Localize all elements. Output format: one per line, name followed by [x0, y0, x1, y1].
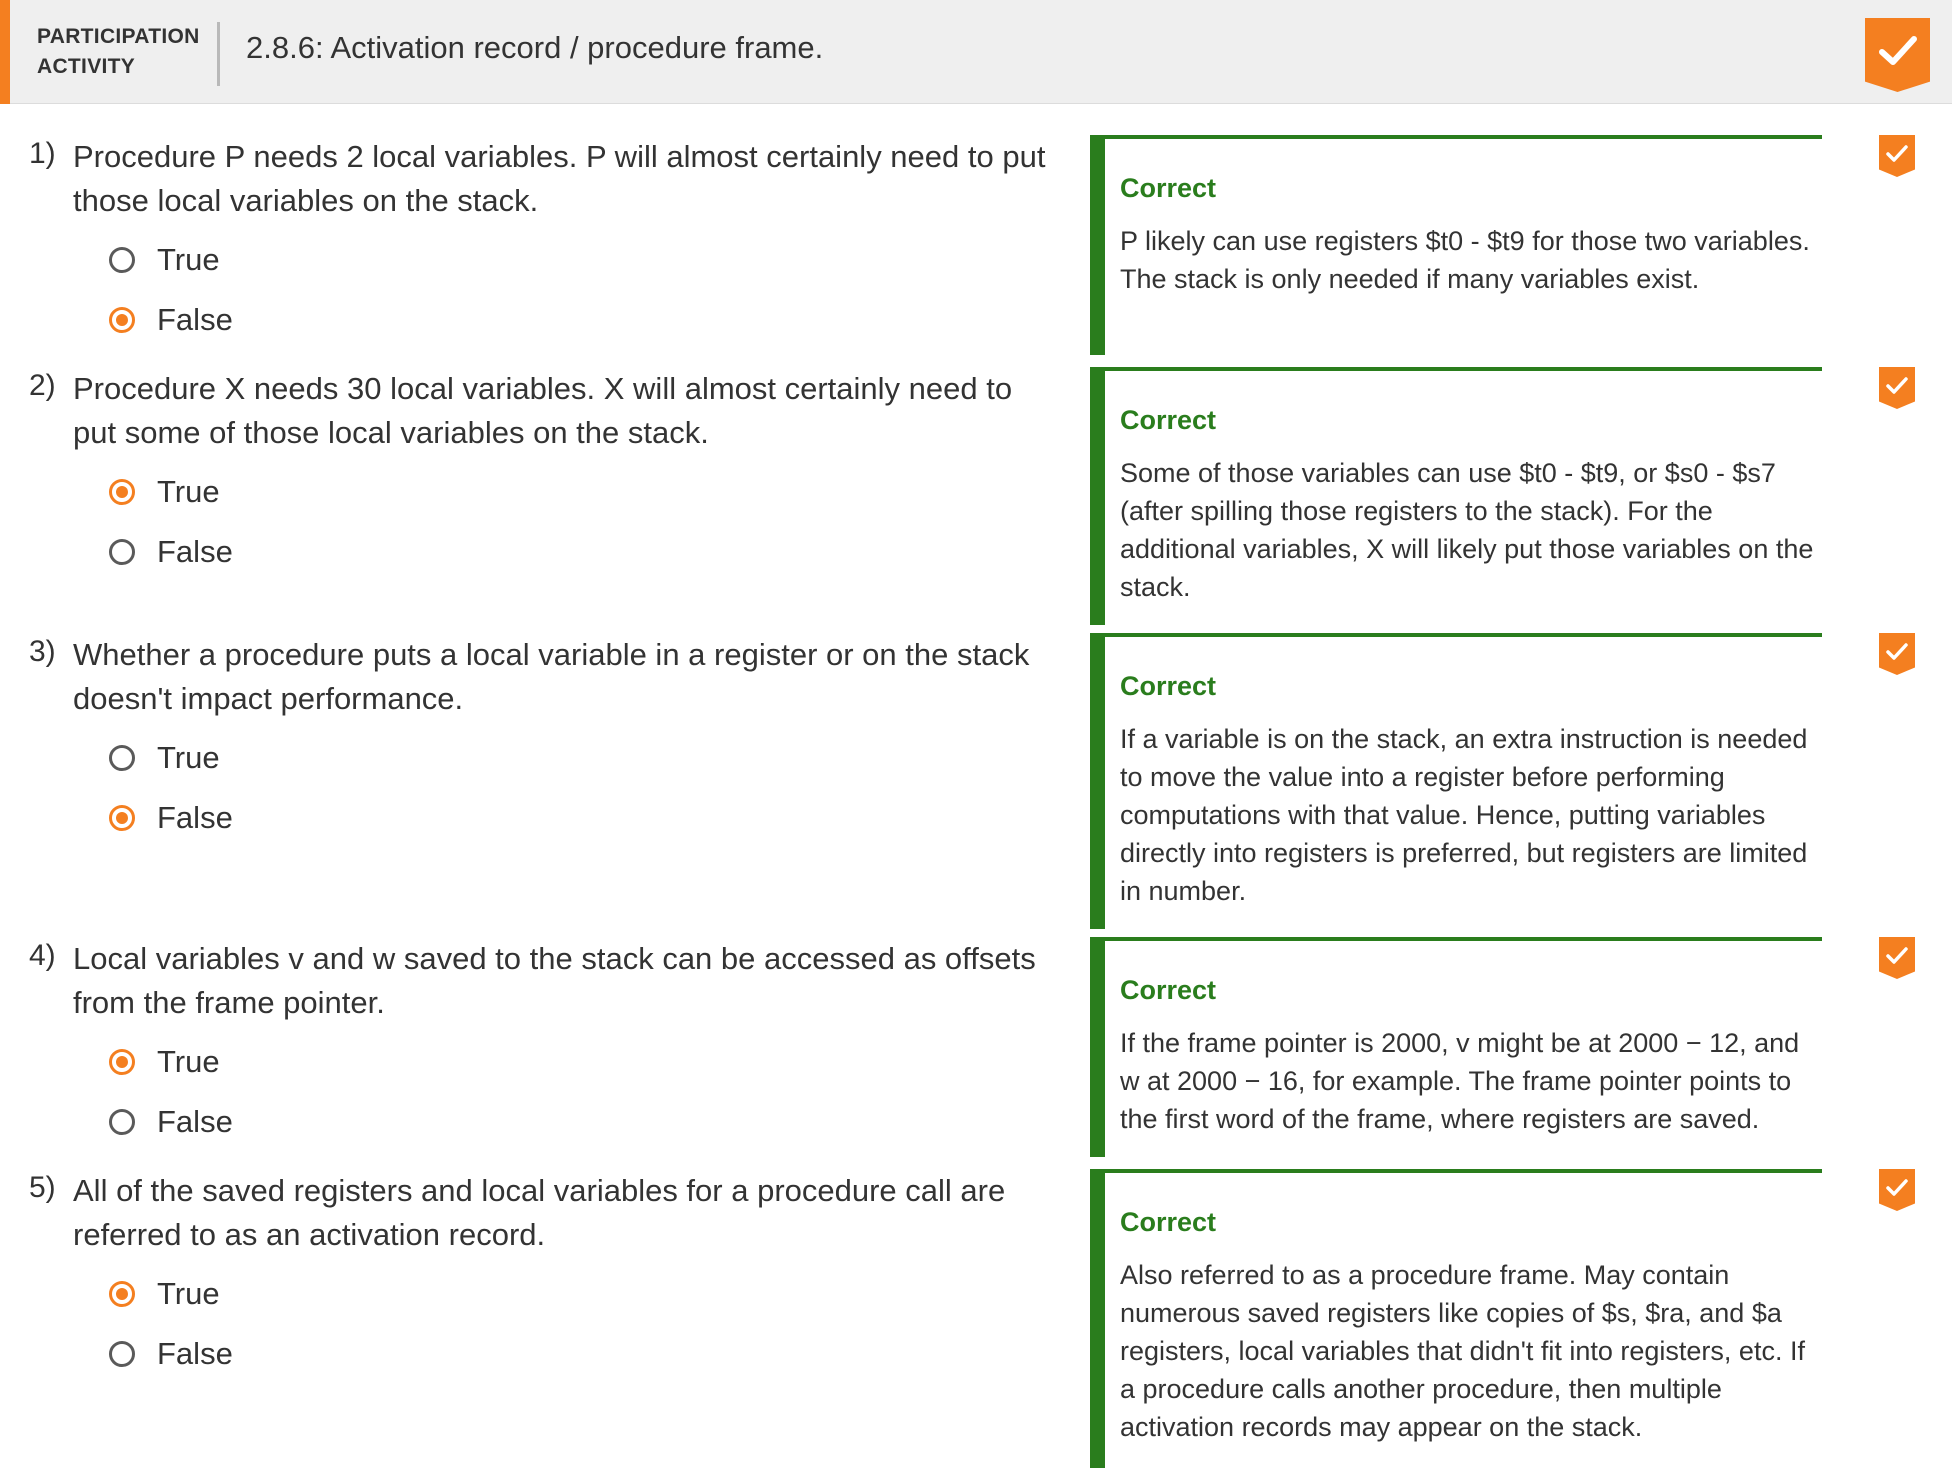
option-label: False	[157, 800, 233, 835]
option-label: False	[157, 1104, 233, 1139]
feedback-panel: Correct P likely can use registers $t0 -…	[1090, 135, 1822, 355]
feedback-title: Correct	[1120, 173, 1217, 203]
feedback-panel: Correct If the frame pointer is 2000, v …	[1090, 937, 1822, 1157]
option-label: True	[157, 242, 220, 277]
option-false[interactable]: False	[109, 798, 233, 838]
option-false[interactable]: False	[109, 532, 233, 572]
radio-button[interactable]	[109, 1109, 135, 1135]
option-true[interactable]: True	[109, 472, 220, 512]
radio-button[interactable]	[109, 539, 135, 565]
radio-button-selected[interactable]	[109, 479, 135, 505]
feedback-text: Also referred to as a procedure frame. M…	[1120, 1260, 1805, 1442]
feedback-title: Correct	[1120, 1207, 1217, 1237]
option-true[interactable]: True	[109, 738, 220, 778]
feedback-text: Some of those variables can use $t0 - $t…	[1120, 458, 1814, 602]
feedback-text: If a variable is on the stack, an extra …	[1120, 724, 1808, 906]
check-badge-icon	[1879, 1169, 1915, 1211]
option-label: False	[157, 534, 233, 569]
question-text: Procedure P needs 2 local variables. P w…	[73, 139, 1046, 218]
option-false[interactable]: False	[109, 300, 233, 340]
option-label: True	[157, 474, 220, 509]
radio-button[interactable]	[109, 247, 135, 273]
check-badge-icon	[1865, 18, 1930, 92]
feedback-text: P likely can use registers $t0 - $t9 for…	[1120, 226, 1810, 294]
header-divider	[217, 22, 220, 86]
question-number: 4)	[29, 939, 56, 972]
feedback-text: If the frame pointer is 2000, v might be…	[1120, 1028, 1800, 1134]
feedback-title: Correct	[1120, 975, 1217, 1005]
question-text: Whether a procedure puts a local variabl…	[73, 637, 1030, 716]
radio-button-selected[interactable]	[109, 805, 135, 831]
radio-button[interactable]	[109, 745, 135, 771]
question-text: Procedure X needs 30 local variables. X …	[73, 371, 1013, 450]
activity-header: PARTICIPATION ACTIVITY 2.8.6: Activation…	[0, 0, 1952, 104]
radio-button-selected[interactable]	[109, 1281, 135, 1307]
question-number: 1)	[29, 137, 56, 170]
header-accent-bar	[0, 0, 10, 104]
question-number: 3)	[29, 635, 56, 668]
feedback-title: Correct	[1120, 405, 1217, 435]
feedback-panel: Correct If a variable is on the stack, a…	[1090, 633, 1822, 929]
radio-button-selected[interactable]	[109, 1049, 135, 1075]
question-number: 5)	[29, 1171, 56, 1204]
option-true[interactable]: True	[109, 1274, 220, 1314]
check-badge-icon	[1879, 633, 1915, 675]
feedback-panel: Correct Also referred to as a procedure …	[1090, 1169, 1822, 1468]
option-label: True	[157, 1044, 220, 1079]
check-badge-icon	[1879, 367, 1915, 409]
option-label: True	[157, 740, 220, 775]
option-false[interactable]: False	[109, 1102, 233, 1142]
option-true[interactable]: True	[109, 1042, 220, 1082]
activity-title: 2.8.6: Activation record / procedure fra…	[246, 30, 824, 65]
check-badge-icon	[1879, 135, 1915, 177]
feedback-panel: Correct Some of those variables can use …	[1090, 367, 1822, 625]
feedback-title: Correct	[1120, 671, 1217, 701]
option-label: False	[157, 302, 233, 337]
option-label: True	[157, 1276, 220, 1311]
activity-type-label: PARTICIPATION ACTIVITY	[37, 25, 200, 78]
option-true[interactable]: True	[109, 240, 220, 280]
question-text: Local variables v and w saved to the sta…	[73, 941, 1036, 1020]
question-text: All of the saved registers and local var…	[73, 1173, 1006, 1252]
question-number: 2)	[29, 369, 56, 402]
radio-button[interactable]	[109, 1341, 135, 1367]
option-label: False	[157, 1336, 233, 1371]
radio-button-selected[interactable]	[109, 307, 135, 333]
option-false[interactable]: False	[109, 1334, 233, 1374]
check-badge-icon	[1879, 937, 1915, 979]
